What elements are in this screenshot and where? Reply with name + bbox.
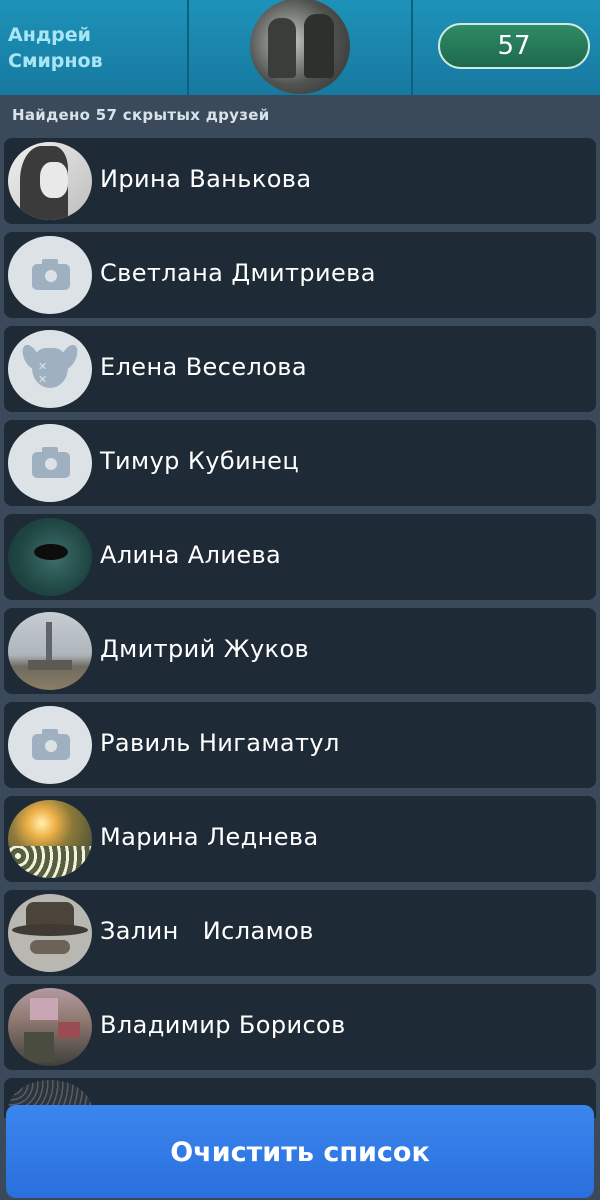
list-item[interactable]: Дмитрий Жуков bbox=[4, 608, 596, 694]
found-summary: Найдено 57 скрытых друзей bbox=[12, 106, 270, 124]
app-header: Андрей Смирнов 57 bbox=[0, 0, 600, 95]
avatar bbox=[8, 612, 92, 690]
list-item[interactable]: Светлана Дмитриева bbox=[4, 232, 596, 318]
friend-name: Равиль Нигаматул bbox=[100, 729, 340, 757]
friend-name: Елена Веселова bbox=[100, 353, 307, 381]
friend-name: Светлана Дмитриева bbox=[100, 259, 376, 287]
hidden-friends-count-badge[interactable]: 57 bbox=[438, 23, 590, 69]
avatar bbox=[8, 988, 92, 1066]
friend-name: Ирина Ванькова bbox=[100, 165, 312, 193]
friend-name: Залин Исламов bbox=[100, 917, 314, 945]
camera-icon bbox=[8, 706, 92, 784]
avatar bbox=[8, 142, 92, 220]
friend-name: Владимир Борисов bbox=[100, 1011, 346, 1039]
clear-list-button[interactable]: Очистить список bbox=[6, 1105, 594, 1198]
list-item[interactable]: Владимир Борисов bbox=[4, 984, 596, 1070]
dog-icon: ✕ ✕ bbox=[8, 330, 92, 408]
list-item[interactable]: Тимур Кубинец bbox=[4, 420, 596, 506]
user-avatar[interactable] bbox=[250, 0, 350, 94]
list-item[interactable]: Залин Исламов bbox=[4, 890, 596, 976]
avatar bbox=[8, 894, 92, 972]
list-item[interactable]: Алина Алиева bbox=[4, 514, 596, 600]
list-item[interactable]: Ирина Ванькова bbox=[4, 138, 596, 224]
avatar-figure bbox=[268, 18, 296, 78]
friend-name: Алина Алиева bbox=[100, 541, 282, 569]
camera-icon bbox=[8, 236, 92, 314]
friend-name: Тимур Кубинец bbox=[100, 447, 300, 475]
camera-icon bbox=[8, 424, 92, 502]
list-item[interactable]: Марина Леднева bbox=[4, 796, 596, 882]
list-item[interactable]: Равиль Нигаматул bbox=[4, 702, 596, 788]
user-name: Андрей Смирнов bbox=[8, 24, 103, 72]
avatar bbox=[8, 518, 92, 596]
friend-name: Дмитрий Жуков bbox=[100, 635, 310, 663]
list-item[interactable]: ✕ ✕ Елена Веселова bbox=[4, 326, 596, 412]
avatar bbox=[8, 800, 92, 878]
avatar-figure bbox=[304, 14, 334, 78]
header-user-cell[interactable]: Андрей Смирнов bbox=[0, 0, 189, 95]
friend-name: Марина Леднева bbox=[100, 823, 319, 851]
